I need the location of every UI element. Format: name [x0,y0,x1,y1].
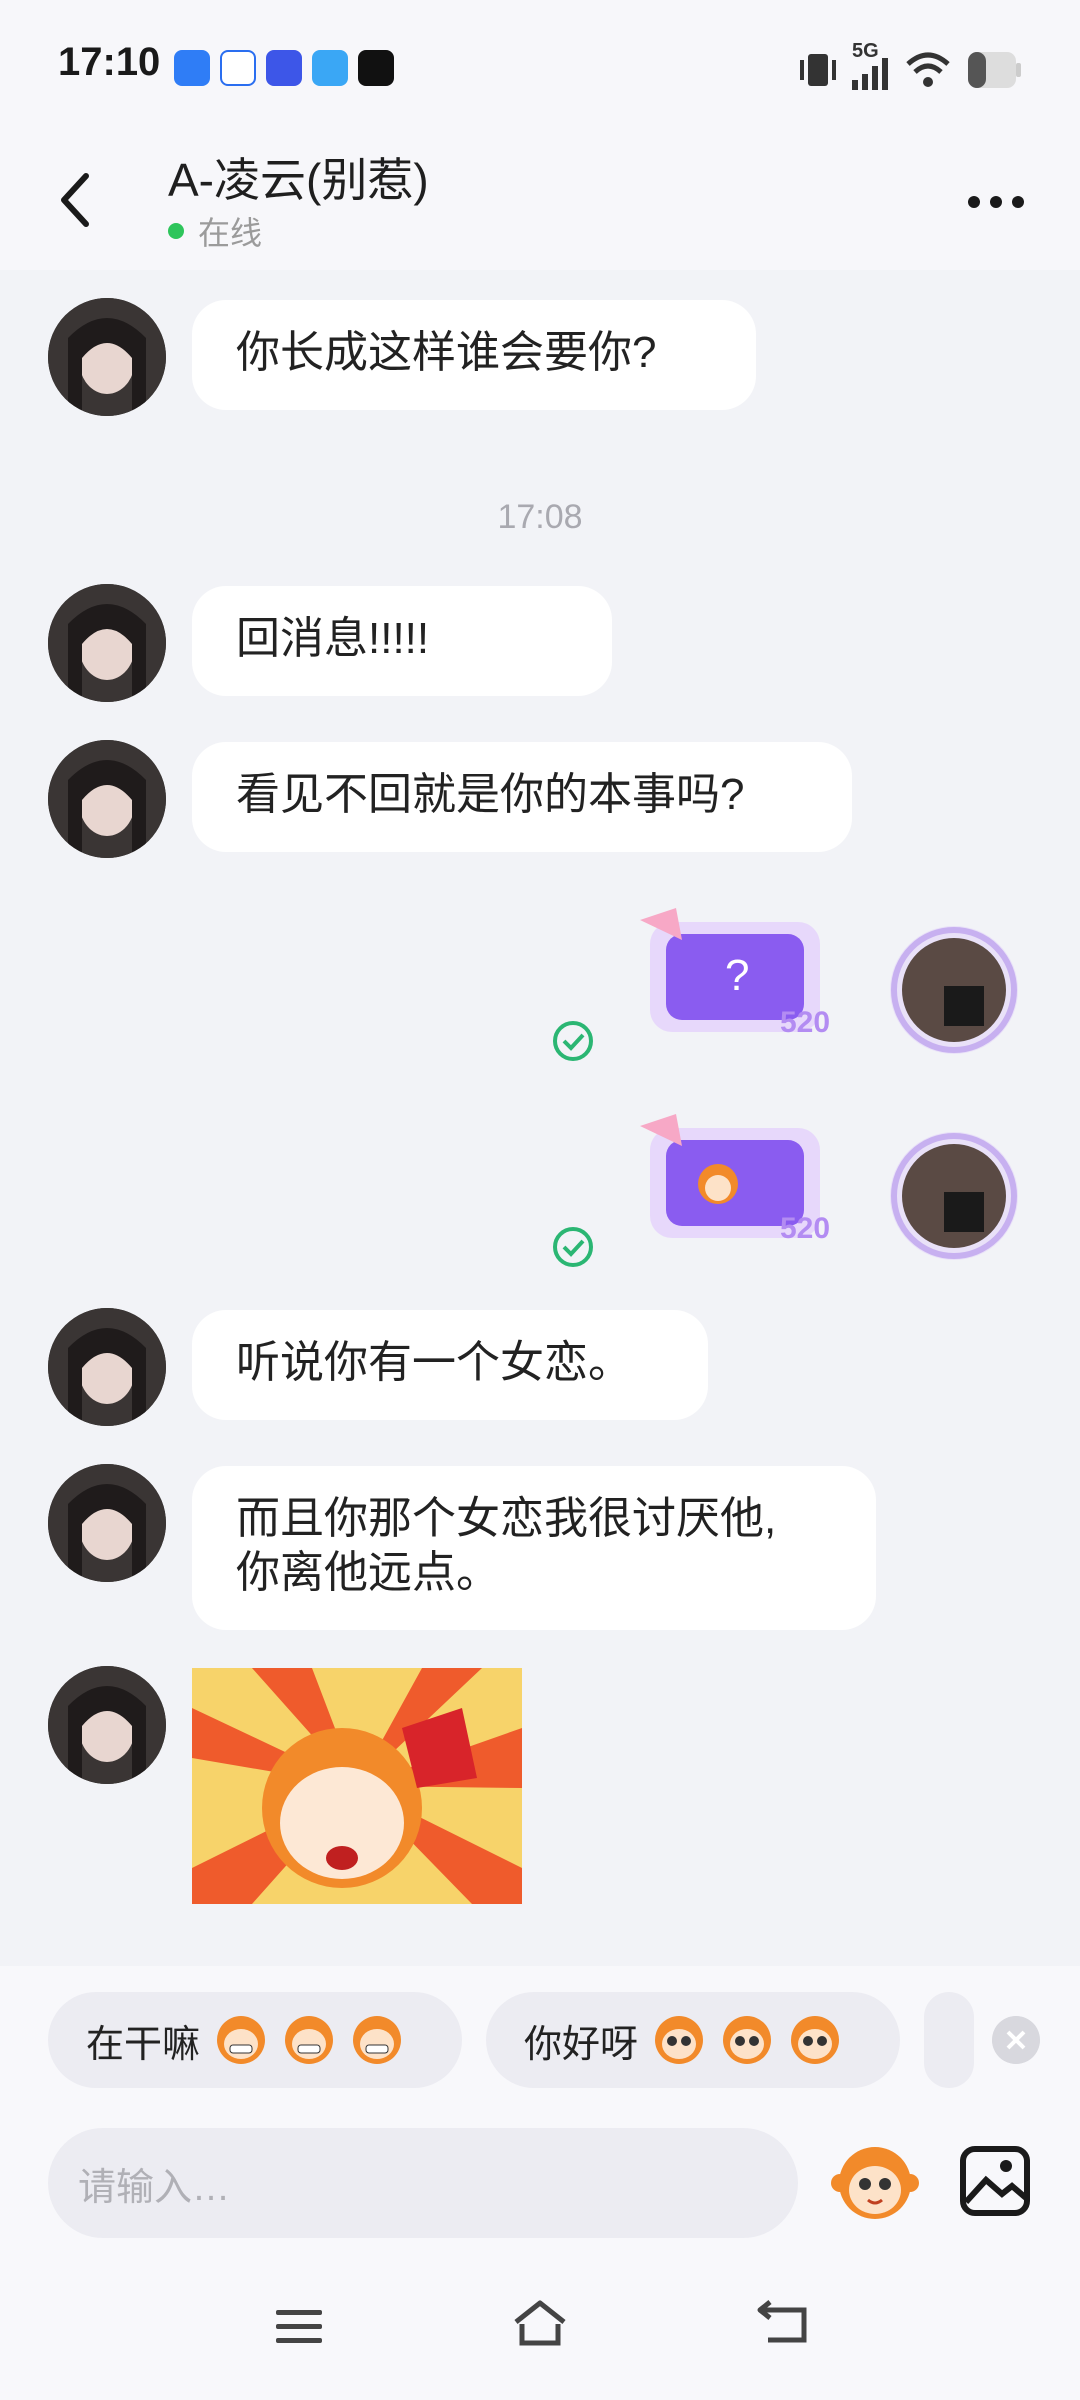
close-icon[interactable] [992,2016,1040,2064]
online-status: 在线 [168,208,262,254]
message-bubble[interactable]: 回消息!!!!! [192,586,612,696]
app-icon-1 [174,50,210,86]
read-check-icon [553,1021,593,1061]
contact-avatar[interactable] [48,584,166,702]
battery-icon [968,52,1021,88]
gift-card[interactable]: 520 ? [630,900,840,1050]
contact-avatar[interactable] [48,1666,166,1784]
message-bubble[interactable]: 你长成这样谁会要你? [192,300,756,410]
quick-reply-chip[interactable] [924,1992,974,2088]
quick-reply-label: 在干嘛 [86,2023,201,2066]
emoji-sticker-icon[interactable] [830,2138,920,2228]
vivo-icon [266,50,302,86]
read-check-icon [553,1227,593,1267]
baidu-icon [220,50,256,86]
self-avatar[interactable] [890,926,1018,1054]
status-bar: 17:10 5G [0,0,1080,110]
back-arrow-icon[interactable] [56,170,96,230]
message-bubble[interactable]: 看见不回就是你的本事吗? [192,742,852,852]
quick-reply-label: 你好呀 [524,2023,639,2066]
message-input[interactable]: 请输入… [48,2128,798,2238]
gift-badge: 520 [780,1006,830,1039]
self-avatar[interactable] [890,1132,1018,1260]
more-options-icon[interactable] [966,192,1026,212]
contact-avatar[interactable] [48,1464,166,1582]
monkey-grin-icon [217,2016,266,2064]
online-dot [168,223,184,239]
message-bubble[interactable]: 而且你那个女恋我很讨厌他, 你离他远点。 [192,1466,876,1630]
quick-reply-chip[interactable]: 在干嘛 [48,1992,462,2088]
monkey-face-icon [655,2016,704,2064]
quick-reply-chip[interactable]: 你好呀 [486,1992,900,2088]
app-icon-4 [312,50,348,86]
monkey-face-icon [791,2016,840,2064]
contact-avatar[interactable] [48,1308,166,1426]
sticker-image[interactable] [192,1668,522,1904]
gift-card[interactable]: 520 [630,1106,840,1256]
contact-name[interactable]: A-凌云(别惹) [168,144,429,210]
home-nav-icon[interactable] [510,2298,570,2348]
signal-icon [852,58,888,90]
contact-avatar[interactable] [48,298,166,416]
status-time: 17:10 [58,40,161,84]
wifi-icon [906,52,950,87]
monkey-grin-icon [353,2016,402,2064]
message-bubble[interactable]: 听说你有一个女恋。 [192,1310,708,1420]
gift-badge: 520 [780,1212,830,1245]
vibrate-icon [800,54,836,86]
back-nav-icon[interactable] [756,2296,810,2348]
menu-nav-icon[interactable] [272,2306,326,2346]
monkey-face-icon [723,2016,772,2064]
monkey-grin-icon [285,2016,334,2064]
tiktok-icon [358,50,394,86]
chat-header: A-凌云(别惹) 在线 [0,110,1080,270]
bottom-panel: 在干嘛 你好呀 请输入… [0,1966,1080,2400]
contact-avatar[interactable] [48,740,166,858]
message-timestamp: 17:08 [497,498,583,536]
online-label: 在线 [198,215,263,251]
image-picker-icon[interactable] [958,2144,1032,2218]
gift-content: ? [725,951,749,1000]
